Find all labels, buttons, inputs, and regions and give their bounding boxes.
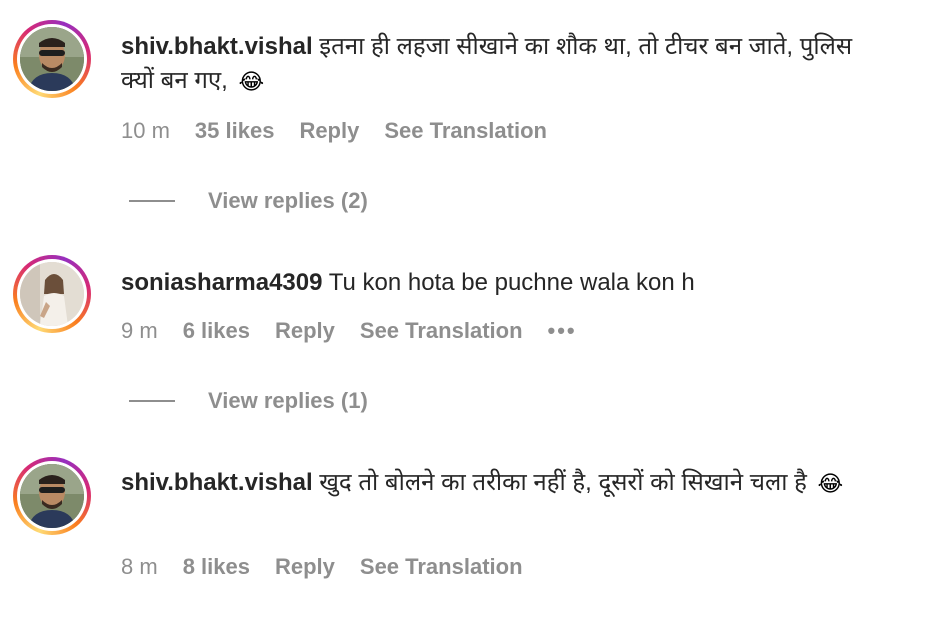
likes-count[interactable]: 6 likes [183,318,250,344]
avatar-3[interactable] [13,457,91,535]
replies-divider [129,200,175,202]
user-avatar-icon [20,262,84,326]
replies-divider [129,400,175,402]
see-translation-button[interactable]: See Translation [360,554,523,580]
comment-text-block: shiv.bhakt.vishal इतना ही लहजा सीखाने का… [121,30,881,99]
view-replies-label: View replies (2) [208,188,368,213]
reply-button[interactable]: Reply [275,318,335,344]
comment-username[interactable]: shiv.bhakt.vishal [121,469,313,496]
comment-text: खुद तो बोलने का तरीका नहीं है, दूसरों को… [319,469,807,496]
avatar-2[interactable] [13,255,91,333]
comment-meta: 10 m 35 likes Reply See Translation [121,118,572,144]
view-replies-label: View replies (1) [208,388,368,413]
view-replies-button[interactable]: View replies (2) [129,188,368,214]
likes-count[interactable]: 8 likes [183,554,250,580]
likes-count[interactable]: 35 likes [195,118,275,144]
see-translation-button[interactable]: See Translation [384,118,547,144]
comment-time: 8 m [121,554,158,579]
comment-text-block: shiv.bhakt.vishal खुद तो बोलने का तरीका … [121,466,881,501]
view-replies-button[interactable]: View replies (1) [129,388,368,414]
comment-text: Tu kon hota be puchne wala kon h [328,269,695,296]
user-avatar-icon [20,464,84,528]
comment-time: 10 m [121,118,170,143]
comment-username[interactable]: shiv.bhakt.vishal [121,33,313,60]
comment-meta: 8 m 8 likes Reply See Translation [121,554,548,580]
laughing-emoji-icon: 😂 [238,68,265,94]
comment-username[interactable]: soniasharma4309 [121,269,322,296]
more-options-icon[interactable]: ••• [548,318,577,344]
user-avatar-icon [20,27,84,91]
laughing-emoji-icon: 😂 [817,470,844,496]
comment-text-block: soniasharma4309 Tu kon hota be puchne wa… [121,266,881,300]
reply-button[interactable]: Reply [299,118,359,144]
comment-meta: 9 m 6 likes Reply See Translation ••• [121,318,577,344]
avatar-1[interactable] [13,20,91,98]
see-translation-button[interactable]: See Translation [360,318,523,344]
comment-time: 9 m [121,318,158,343]
reply-button[interactable]: Reply [275,554,335,580]
